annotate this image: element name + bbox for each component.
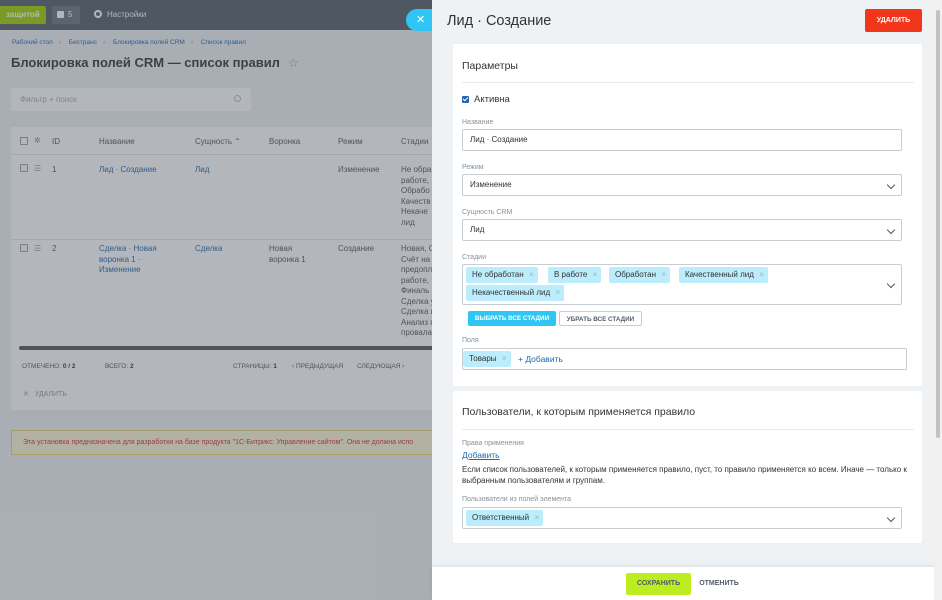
page-scrollbar[interactable] — [934, 0, 942, 600]
remove-tag-icon[interactable]: × — [555, 285, 560, 301]
stages-multiselect[interactable]: Не обработан × В работе × Обработан × Качес… — [462, 264, 902, 305]
mode-label: Режим — [462, 164, 484, 171]
remove-tag-icon[interactable]: × — [759, 267, 764, 283]
name-input[interactable]: Лид · Создание — [462, 129, 902, 151]
user-tag-label: Ответственный — [472, 513, 530, 522]
entity-label: Сущность CRM — [462, 209, 513, 216]
stage-tag-label: Не обработан — [472, 270, 524, 279]
stage-tag[interactable]: Не обработан × — [466, 267, 538, 283]
panel-title: Лид · Создание — [447, 13, 552, 29]
stage-tag[interactable]: Качественный лид × — [679, 267, 768, 283]
params-section-title: Параметры — [462, 60, 518, 72]
stage-tag[interactable]: Обработан × — [609, 267, 670, 283]
remove-tag-icon[interactable]: × — [593, 267, 598, 283]
active-label: Активна — [474, 94, 510, 105]
delete-button[interactable]: УДАЛИТЬ — [865, 9, 922, 32]
mode-value: Изменение — [470, 180, 512, 189]
users-card: Пользователи, к которым применяется прав… — [453, 391, 922, 543]
entity-select[interactable]: Лид — [462, 219, 902, 241]
remove-tag-icon[interactable]: × — [529, 267, 534, 283]
select-all-stages-button[interactable]: ВЫБРАТЬ ВСЕ СТАДИИ — [468, 311, 556, 326]
stage-tag[interactable]: Некачественный лид × — [466, 285, 565, 301]
clear-all-stages-button[interactable]: УБРАТЬ ВСЕ СТАДИИ — [559, 311, 642, 326]
stages-label: Стадии — [462, 254, 486, 261]
mode-select[interactable]: Изменение — [462, 174, 902, 196]
active-checkbox[interactable] — [462, 96, 469, 103]
divider — [462, 82, 914, 83]
divider — [462, 429, 914, 430]
fields-multiselect[interactable]: Товары × + Добавить — [462, 348, 907, 370]
chevron-down-icon — [886, 180, 896, 190]
scrollbar-thumb[interactable] — [936, 10, 940, 438]
panel-footer: СОХРАНИТЬ ОТМЕНИТЬ — [432, 567, 942, 600]
add-field-link[interactable]: + Добавить — [518, 349, 563, 369]
users-section-title: Пользователи, к которым применяется прав… — [462, 406, 696, 418]
params-card: Параметры Активна Название Лид · Создани… — [453, 44, 922, 386]
element-users-label: Пользователи из полей элемента — [462, 496, 572, 503]
field-tag-label: Товары — [469, 354, 497, 363]
rights-label: Права применения — [462, 440, 524, 447]
remove-tag-icon[interactable]: × — [534, 510, 539, 526]
stage-tag[interactable]: В работе × — [548, 267, 602, 283]
fields-label: Поля — [462, 337, 479, 344]
stage-tag-label: В работе — [554, 270, 588, 279]
remove-tag-icon[interactable]: × — [502, 351, 507, 367]
name-label: Название — [462, 119, 494, 126]
name-value: Лид · Создание — [470, 135, 528, 144]
stage-tag-label: Обработан — [615, 270, 656, 279]
element-users-multiselect[interactable]: Ответственный × — [462, 507, 902, 529]
remove-tag-icon[interactable]: × — [661, 267, 666, 283]
rule-edit-panel: Лид · Создание УДАЛИТЬ Параметры Активна… — [432, 0, 942, 600]
users-help-text: Если список пользователей, к которым при… — [462, 465, 907, 485]
add-users-link[interactable]: Добавить — [462, 450, 500, 460]
chevron-down-icon — [886, 513, 896, 523]
entity-value: Лид — [470, 225, 485, 234]
stage-tag-label: Некачественный лид — [472, 288, 551, 297]
stage-tag-label: Качественный лид — [685, 270, 754, 279]
chevron-down-icon — [886, 225, 896, 235]
cancel-button[interactable]: ОТМЕНИТЬ — [698, 573, 740, 595]
close-icon: ✕ — [416, 14, 426, 26]
user-tag[interactable]: Ответственный × — [466, 510, 544, 526]
chevron-down-icon — [886, 279, 896, 289]
save-button[interactable]: СОХРАНИТЬ — [626, 573, 691, 595]
field-tag[interactable]: Товары × — [463, 351, 511, 367]
